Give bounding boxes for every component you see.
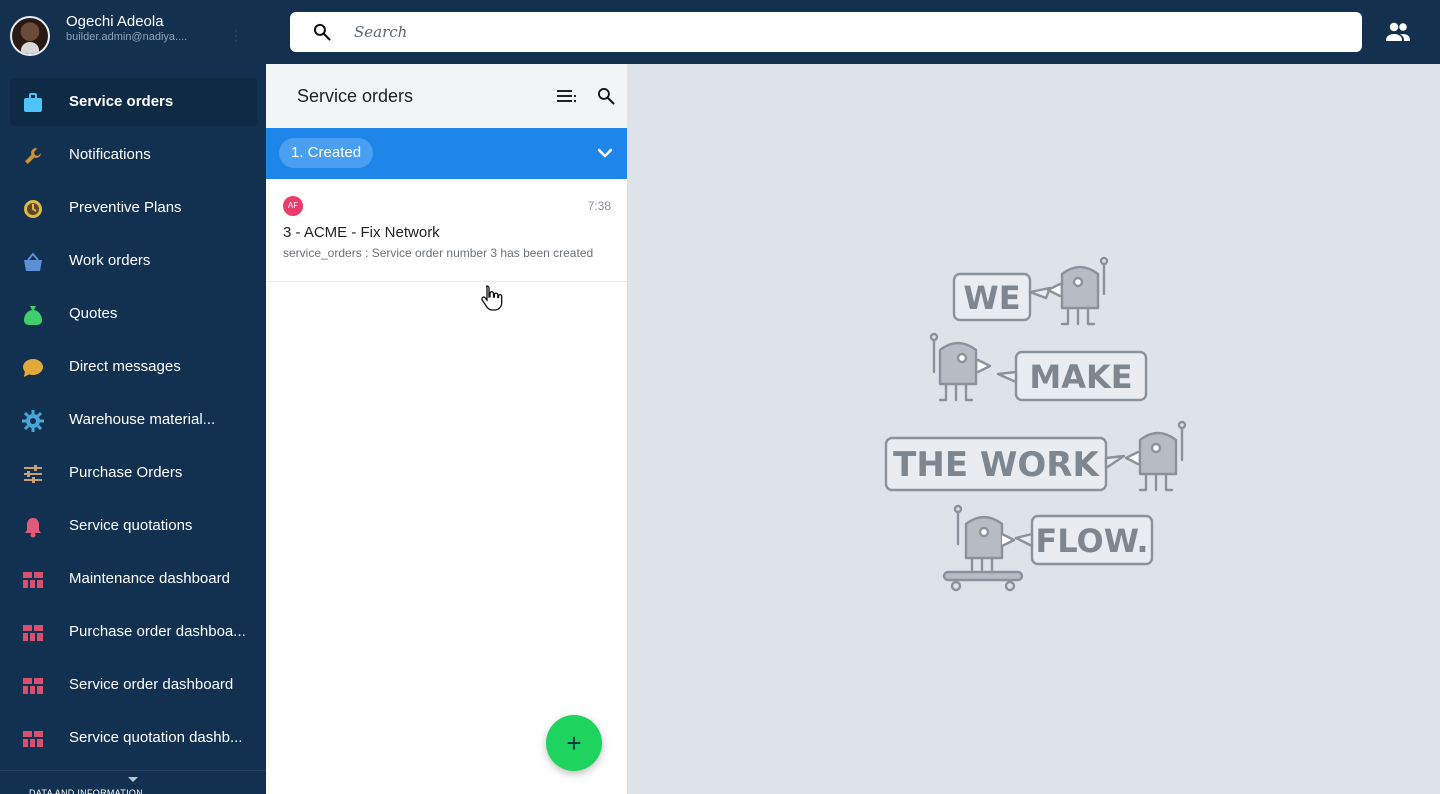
sidebar-item-label: Notifications — [69, 146, 151, 163]
service-orders-list-panel: Service orders 1. Created AF 7:38 3 - AC… — [266, 64, 627, 794]
sidebar-item-quotes[interactable]: Quotes — [10, 290, 257, 338]
illustration-text-we: WE — [963, 279, 1020, 317]
gear-icon — [22, 410, 44, 432]
top-bar: Ogechi Adeola builder.admin@nadiya.... ·… — [0, 0, 1440, 64]
sidebar-section-label: DATA AND INFORMATION — [29, 788, 144, 794]
sidebar-item-notifications[interactable]: Notifications — [10, 131, 257, 179]
sidebar-item-label: Maintenance dashboard — [69, 570, 230, 587]
list-header: Service orders — [266, 64, 627, 128]
sidebar-item-purchase-orders[interactable]: Purchase Orders — [10, 449, 257, 497]
sidebar-item-label: Preventive Plans — [69, 199, 182, 216]
sidebar-item-service-order-dashboard[interactable]: Service order dashboard — [10, 661, 257, 709]
people-icon[interactable] — [1385, 21, 1411, 43]
sidebar-item-preventive-plans[interactable]: Preventive Plans — [10, 184, 257, 232]
briefcase-icon — [24, 93, 42, 112]
we-make-the-work-flow-illustration: WE MAKE THE WORK FLOW. — [884, 256, 1187, 592]
wrench-icon — [25, 148, 41, 164]
sidebar-item-label: Service quotation dashb... — [69, 729, 243, 746]
dashboard-icon — [23, 731, 43, 747]
add-service-order-button[interactable]: + — [546, 715, 602, 771]
sidebar: Service orders Notifications Preventive Pl… — [0, 64, 266, 794]
sidebar-item-label: Warehouse material... — [69, 411, 216, 428]
sidebar-item-label: Direct messages — [69, 358, 181, 375]
sidebar-item-label: Service quotations — [69, 517, 193, 534]
avatar[interactable] — [10, 16, 50, 56]
illustration-text-make: MAKE — [1029, 358, 1132, 396]
list-item[interactable]: AF 7:38 3 - ACME - Fix Network service_o… — [266, 179, 627, 282]
sidebar-item-direct-messages[interactable]: Direct messages — [10, 343, 257, 391]
dashboard-icon — [23, 572, 43, 588]
sidebar-item-purchase-order-dashboa[interactable]: Purchase order dashboa... — [10, 608, 257, 656]
hand-cursor-icon — [481, 285, 503, 311]
list-title: Service orders — [297, 86, 414, 106]
sidebar-item-label: Work orders — [69, 252, 151, 269]
sidebar-item-service-quotation-dashb[interactable]: Service quotation dashb... — [10, 714, 257, 762]
item-time: 7:38 — [587, 199, 611, 213]
sidebar-item-label: Purchase Orders — [69, 464, 183, 481]
chevron-down-icon[interactable] — [597, 145, 613, 161]
sidebar-item-service-orders[interactable]: Service orders — [10, 78, 257, 126]
sidebar-item-label: Service orders — [69, 93, 174, 110]
expand-caret-icon[interactable] — [128, 777, 138, 782]
sidebar-item-work-orders[interactable]: Work orders — [10, 237, 257, 285]
assignee-badge: AF — [283, 196, 303, 216]
money-bag-icon — [24, 306, 42, 325]
illustration-text-the-work: THE WORK — [893, 445, 1100, 485]
user-name: Ogechi Adeola — [66, 13, 164, 30]
sidebar-item-maintenance-dashboard[interactable]: Maintenance dashboard — [10, 555, 257, 603]
search-icon — [313, 23, 331, 41]
global-search-bar[interactable] — [290, 12, 1362, 52]
filter-list-icon[interactable] — [557, 88, 577, 104]
bell-icon — [25, 518, 41, 538]
sidebar-item-service-quotations[interactable]: Service quotations — [10, 502, 257, 550]
user-email: builder.admin@nadiya.... — [66, 31, 188, 43]
clock-icon — [24, 200, 42, 218]
user-profile[interactable]: Ogechi Adeola builder.admin@nadiya.... ·… — [0, 0, 266, 64]
status-group-chip: 1. Created — [279, 138, 374, 168]
search-icon[interactable] — [596, 86, 616, 106]
detail-empty-state: WE MAKE THE WORK FLOW. — [627, 64, 1440, 794]
status-group-header[interactable]: 1. Created — [266, 128, 627, 179]
dashboard-icon — [23, 625, 43, 641]
sidebar-item-warehouse-material[interactable]: Warehouse material... — [10, 396, 257, 444]
sidebar-item-label: Service order dashboard — [69, 676, 234, 693]
chat-bubble-icon — [23, 359, 43, 377]
sidebar-item-label: Quotes — [69, 305, 118, 322]
dashboard-icon — [23, 678, 43, 694]
sidebar-item-label: Purchase order dashboa... — [69, 623, 246, 640]
search-input[interactable] — [354, 20, 1334, 44]
item-description: service_orders : Service order number 3 … — [283, 246, 594, 260]
basket-icon — [24, 252, 42, 271]
sliders-icon — [24, 465, 42, 483]
item-title: 3 - ACME - Fix Network — [283, 224, 440, 241]
illustration-text-flow: FLOW. — [1035, 522, 1148, 560]
more-options-icon[interactable]: · · · — [232, 24, 240, 46]
sidebar-divider — [0, 770, 266, 771]
